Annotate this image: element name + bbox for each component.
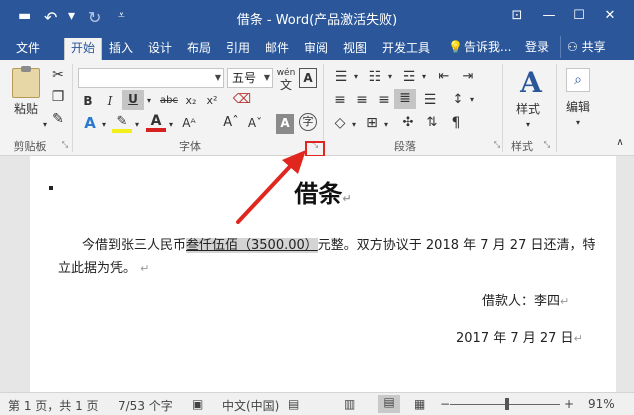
page-count[interactable]: 第 1 页，共 1 页 [8, 397, 99, 414]
macro-record-icon[interactable]: ▤ [288, 397, 299, 411]
web-layout-icon[interactable]: ▦ [414, 397, 425, 411]
zoom-in-icon[interactable]: + [564, 397, 574, 411]
read-mode-icon[interactable]: ▥ [344, 397, 355, 411]
zoom-out-icon[interactable]: − [440, 397, 450, 411]
status-bar: 第 1 页，共 1 页 7/53 个字 ▣ 中文(中国) ▤ ▥ ▤ ▦ − +… [0, 392, 634, 415]
word-count[interactable]: 7/53 个字 [118, 397, 173, 414]
zoom-slider-thumb[interactable] [505, 398, 509, 410]
proofing-icon[interactable]: ▣ [192, 397, 203, 411]
zoom-level[interactable]: 91% [588, 397, 615, 411]
print-layout-icon[interactable]: ▤ [378, 395, 400, 413]
language[interactable]: 中文(中国) [222, 397, 279, 414]
annotation-arrow [236, 150, 306, 224]
